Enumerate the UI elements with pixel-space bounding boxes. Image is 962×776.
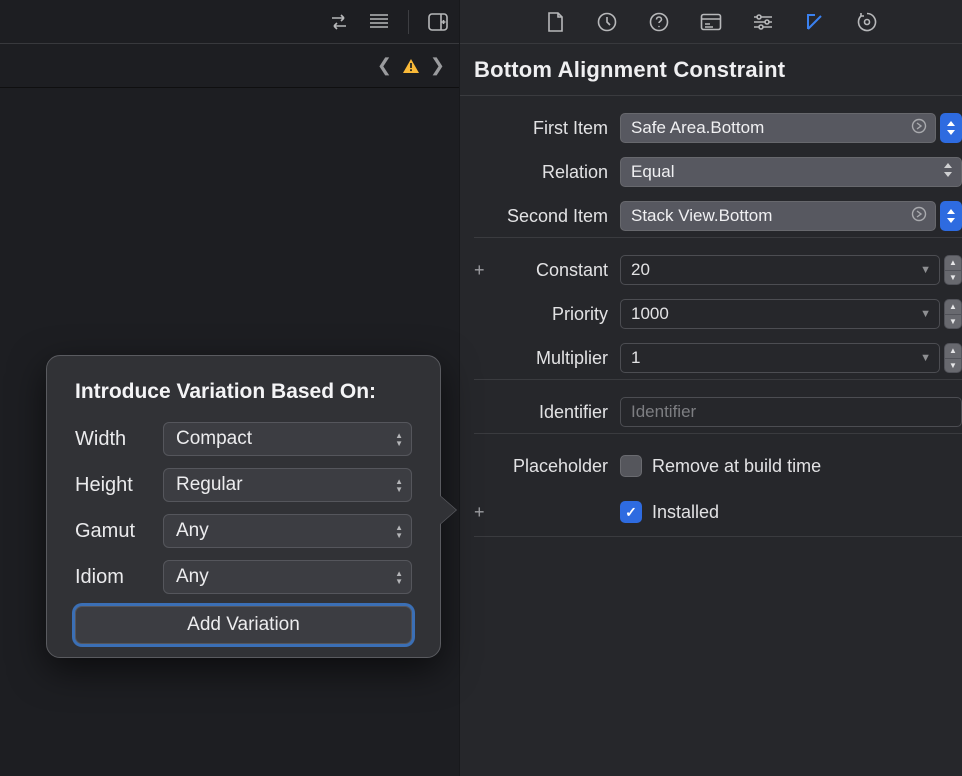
add-variation-installed-button[interactable]: + <box>474 502 485 523</box>
multiplier-stepper[interactable]: ▲▼ <box>944 343 962 373</box>
connections-tab-icon[interactable] <box>856 11 878 33</box>
chevron-down-icon[interactable]: ▼ <box>920 264 931 276</box>
second-item-dropdown[interactable]: Stack View.Bottom <box>620 201 936 231</box>
nav-back-icon[interactable]: ❮ <box>377 55 392 76</box>
variation-popover: Introduce Variation Based On: Width Comp… <box>46 355 441 658</box>
divider <box>408 10 409 34</box>
relation-value: Equal <box>631 162 674 182</box>
second-item-menu-button[interactable] <box>940 201 962 231</box>
identifier-label: Identifier <box>460 402 620 423</box>
inspector-tabs <box>460 0 962 44</box>
installed-checkbox[interactable]: ✓ <box>620 501 642 523</box>
identity-tab-icon[interactable] <box>700 11 722 33</box>
constant-stepper[interactable]: ▲▼ <box>944 255 962 285</box>
select-indicator-icon: ▲▼ <box>395 524 403 539</box>
second-item-value: Stack View.Bottom <box>631 206 772 226</box>
size-tab-icon[interactable] <box>804 11 826 33</box>
second-item-label: Second Item <box>460 206 620 227</box>
constant-value: 20 <box>631 260 650 280</box>
lines-icon[interactable] <box>368 11 390 33</box>
remove-at-build-time-label: Remove at build time <box>652 456 821 477</box>
history-tab-icon[interactable] <box>596 11 618 33</box>
idiom-select[interactable]: Any ▲▼ <box>163 560 412 594</box>
multiplier-value: 1 <box>631 348 640 368</box>
warning-icon[interactable] <box>402 58 420 74</box>
priority-input[interactable]: 1000 ▼ <box>620 299 940 329</box>
relation-label: Relation <box>460 162 620 183</box>
first-item-menu-button[interactable] <box>940 113 962 143</box>
width-label: Width <box>75 428 163 451</box>
add-variation-button[interactable]: Add Variation <box>75 606 412 644</box>
identifier-input[interactable]: Identifier <box>620 397 962 427</box>
multiplier-input[interactable]: 1 ▼ <box>620 343 940 373</box>
nav-forward-icon[interactable]: ❯ <box>430 55 445 76</box>
first-item-value: Safe Area.Bottom <box>631 118 764 138</box>
idiom-value: Any <box>176 566 209 588</box>
select-indicator-icon: ▲▼ <box>395 478 403 493</box>
installed-label: Installed <box>652 502 719 523</box>
multiplier-label: Multiplier <box>460 348 620 369</box>
first-item-label: First Item <box>460 118 620 139</box>
identifier-placeholder: Identifier <box>631 402 696 422</box>
gamut-select[interactable]: Any ▲▼ <box>163 514 412 548</box>
height-value: Regular <box>176 474 243 496</box>
chevron-down-icon[interactable]: ▼ <box>920 308 931 320</box>
idiom-label: Idiom <box>75 566 163 589</box>
breadcrumb-bar: ❮ ❯ <box>0 44 459 88</box>
gamut-label: Gamut <box>75 520 163 543</box>
remove-at-build-time-checkbox[interactable] <box>620 455 642 477</box>
placeholder-label: Placeholder <box>460 456 620 477</box>
first-item-dropdown[interactable]: Safe Area.Bottom <box>620 113 936 143</box>
priority-value: 1000 <box>631 304 669 324</box>
width-select[interactable]: Compact ▲▼ <box>163 422 412 456</box>
file-tab-icon[interactable] <box>544 11 566 33</box>
relation-menu-indicator <box>943 162 953 182</box>
relation-dropdown[interactable]: Equal <box>620 157 962 187</box>
add-editor-icon[interactable] <box>427 11 449 33</box>
add-variation-constant-button[interactable]: + <box>474 260 485 281</box>
popover-title: Introduce Variation Based On: <box>75 380 412 404</box>
attributes-tab-icon[interactable] <box>752 11 774 33</box>
goto-icon[interactable] <box>911 206 927 227</box>
select-indicator-icon: ▲▼ <box>395 570 403 585</box>
height-label: Height <box>75 474 163 497</box>
height-select[interactable]: Regular ▲▼ <box>163 468 412 502</box>
panel-title: Bottom Alignment Constraint <box>460 44 962 96</box>
priority-stepper[interactable]: ▲▼ <box>944 299 962 329</box>
select-indicator-icon: ▲▼ <box>395 432 403 447</box>
inspector-pane: Bottom Alignment Constraint First Item S… <box>459 0 962 776</box>
priority-label: Priority <box>460 304 620 325</box>
constant-input[interactable]: 20 ▼ <box>620 255 940 285</box>
width-value: Compact <box>176 428 252 450</box>
gamut-value: Any <box>176 520 209 542</box>
help-tab-icon[interactable] <box>648 11 670 33</box>
goto-icon[interactable] <box>911 118 927 139</box>
chevron-down-icon[interactable]: ▼ <box>920 352 931 364</box>
swap-icon[interactable] <box>328 11 350 33</box>
editor-toolbar <box>0 0 459 44</box>
